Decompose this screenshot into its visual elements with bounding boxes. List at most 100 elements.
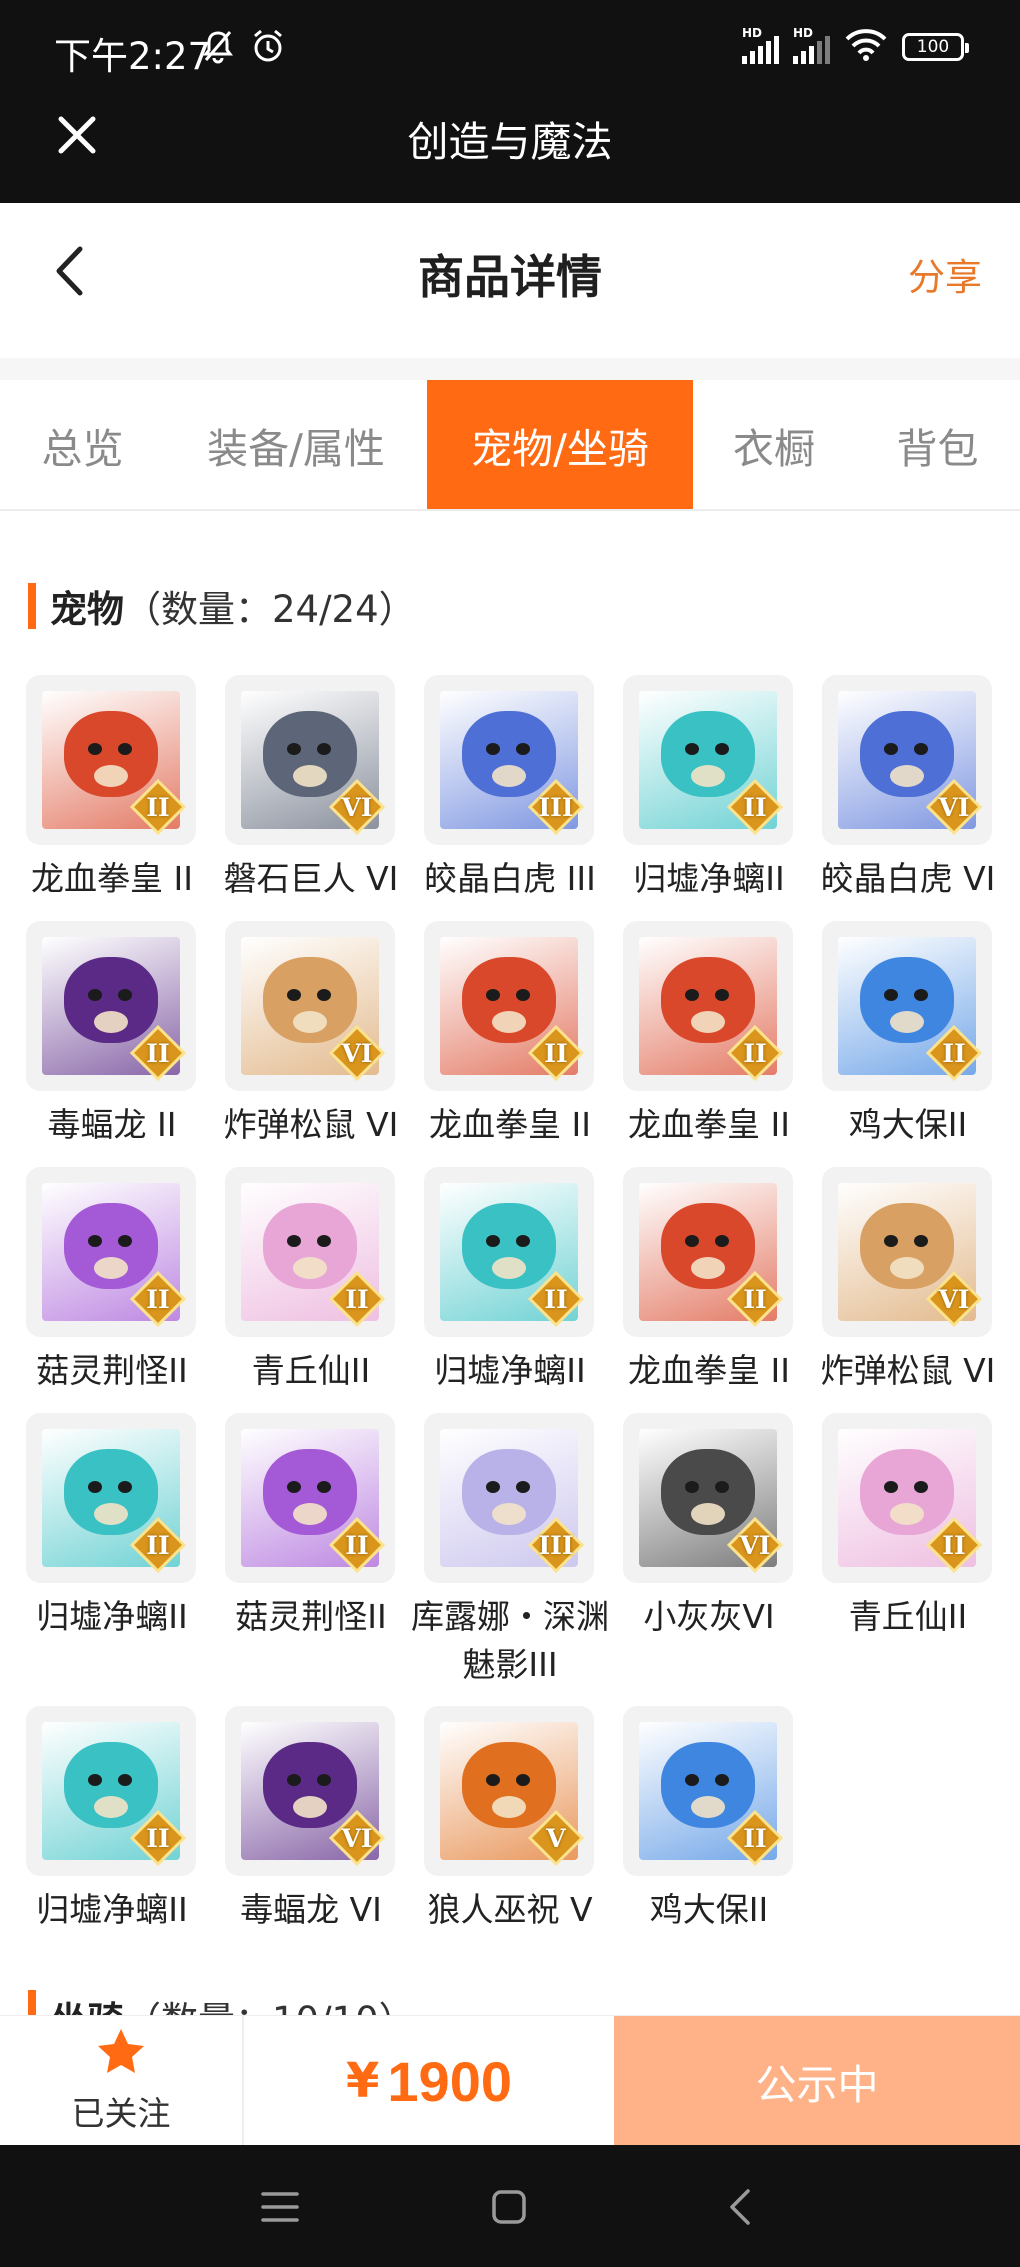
rank-label: III (538, 792, 574, 822)
pet-thumbnail: V (424, 1706, 594, 1876)
rank-badge-icon: II (727, 1025, 783, 1081)
pet-name: 毒蝠龙 II (47, 1105, 177, 1144)
pets-section-name: 宠物 (50, 588, 124, 631)
pet-name: 炸弹松鼠 VI (223, 1105, 399, 1144)
rank-label: V (546, 1823, 566, 1853)
pet-thumbnail: II (623, 1167, 793, 1337)
status-time: 下午2:27 (54, 35, 212, 78)
follow-label: 已关注 (71, 2094, 171, 2133)
rank-label: II (146, 792, 170, 822)
pet-name: 龙血拳皇 II (429, 1105, 591, 1144)
currency-symbol: ¥ (346, 2053, 380, 2109)
pet-name: 狼人巫祝 V (427, 1890, 593, 1929)
rank-badge-icon: II (926, 1025, 982, 1081)
rank-label: VI (341, 792, 373, 822)
rank-label: II (743, 1038, 767, 1068)
menu-icon[interactable] (250, 2177, 310, 2237)
rank-label: II (743, 1823, 767, 1853)
pet-thumbnail: II (26, 1706, 196, 1876)
status-left-icons (200, 28, 286, 68)
rank-label: II (146, 1038, 170, 1068)
price: ¥ 1900 (244, 2016, 614, 2146)
pet-name: 小灰灰VI (643, 1597, 775, 1636)
rank-label: II (146, 1284, 170, 1314)
app-topbar: 下午2:27 HD HD 100 创造与魔法 (0, 0, 1020, 203)
pet-thumbnail: II (424, 921, 594, 1091)
app-title: 创造与魔法 (407, 118, 613, 166)
pet-thumbnail: III (424, 675, 594, 845)
signal-1-icon: HD (742, 26, 779, 64)
alarm-icon (250, 28, 286, 68)
pet-thumbnail: VI (225, 921, 395, 1091)
tab-wardrobe[interactable]: 衣橱 (693, 380, 855, 509)
rank-label: VI (341, 1823, 373, 1853)
rank-label: II (942, 1530, 966, 1560)
rank-badge-icon: II (130, 1517, 186, 1573)
pet-name: 鸡大保II (848, 1105, 968, 1144)
section-accent-bar (28, 583, 36, 629)
pet-name: 归墟净螭II (633, 859, 785, 898)
home-icon[interactable] (479, 2177, 539, 2237)
pet-thumbnail: VI (623, 1413, 793, 1583)
pets-section-count: （数量：24/24） (124, 588, 416, 631)
share-button[interactable]: 分享 (908, 247, 982, 301)
pet-thumbnail: VI (822, 1167, 992, 1337)
price-value: 1900 (387, 2049, 512, 2113)
pet-name: 归墟净螭II (434, 1351, 586, 1390)
signal-2-icon: HD (793, 26, 830, 64)
status-right-icons: HD HD 100 (742, 26, 969, 66)
rank-badge-icon: II (528, 1271, 584, 1327)
pet-thumbnail: II (26, 675, 196, 845)
rank-badge-icon: VI (926, 1271, 982, 1327)
pet-thumbnail: II (26, 1167, 196, 1337)
page-header: 商品详情 分享 (0, 203, 1020, 358)
pet-thumbnail: II (424, 1167, 594, 1337)
pet-name: 青丘仙II (251, 1351, 371, 1390)
system-nav-bar (0, 2145, 1020, 2267)
page-title: 商品详情 (418, 250, 602, 304)
pet-name: 菇灵荆怪II (235, 1597, 387, 1636)
pet-thumbnail: VI (225, 675, 395, 845)
wifi-icon (844, 28, 888, 66)
pet-thumbnail: II (623, 675, 793, 845)
tab-backpack[interactable]: 背包 (855, 380, 1020, 509)
pet-thumbnail: VI (225, 1706, 395, 1876)
rank-badge-icon: VI (329, 1810, 385, 1866)
rank-badge-icon: III (528, 779, 584, 835)
bottom-action-bar: 已关注 ¥ 1900 公示中 (0, 2015, 1020, 2146)
rank-badge-icon: II (926, 1517, 982, 1573)
back-icon[interactable] (710, 2177, 770, 2237)
pet-thumbnail: II (225, 1413, 395, 1583)
rank-badge-icon: II (727, 779, 783, 835)
pet-name: 归墟净螭II (36, 1597, 188, 1636)
rank-label: II (544, 1284, 568, 1314)
tab-overview[interactable]: 总览 (0, 380, 165, 509)
public-status-button[interactable]: 公示中 (614, 2016, 1020, 2146)
battery-icon: 100 (902, 33, 969, 61)
tab-equipment[interactable]: 装备/属性 (165, 380, 427, 509)
star-icon (95, 2027, 147, 2081)
rank-badge-icon: VI (727, 1517, 783, 1573)
rank-label: II (544, 1038, 568, 1068)
rank-label: II (942, 1038, 966, 1068)
pet-name: 龙血拳皇 II (628, 1351, 790, 1390)
tab-pets-mounts[interactable]: 宠物/坐骑 (427, 380, 693, 509)
pet-name: 磐石巨人 VI (223, 859, 399, 898)
rank-label: VI (341, 1038, 373, 1068)
rank-badge-icon: III (528, 1517, 584, 1573)
pet-thumbnail: III (424, 1413, 594, 1583)
pet-name: 皎晶白虎 VI (820, 859, 996, 898)
bell-muted-icon (200, 28, 236, 68)
rank-label: II (743, 1284, 767, 1314)
rank-badge-icon: II (130, 1271, 186, 1327)
rank-badge-icon: V (528, 1810, 584, 1866)
pet-thumbnail: II (623, 1706, 793, 1876)
follow-button[interactable]: 已关注 (0, 2016, 244, 2146)
rank-label: III (538, 1530, 574, 1560)
pet-name: 毒蝠龙 VI (240, 1890, 382, 1929)
rank-label: II (146, 1823, 170, 1853)
rank-badge-icon: II (130, 1025, 186, 1081)
rank-badge-icon: II (727, 1810, 783, 1866)
pet-name: 归墟净螭II (36, 1890, 188, 1929)
header-divider (0, 358, 1020, 380)
